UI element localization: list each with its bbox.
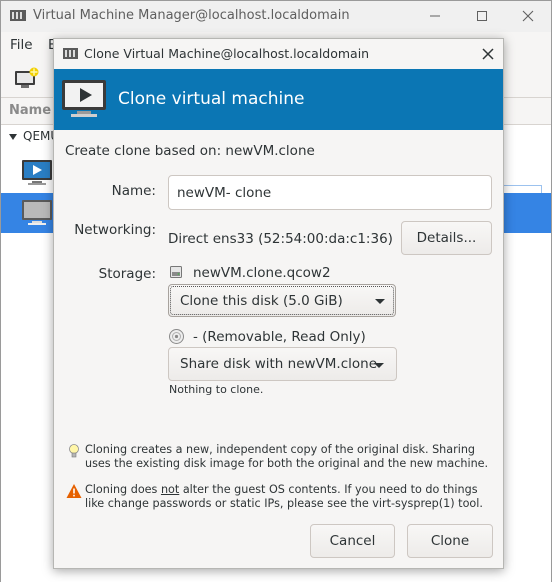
- maximize-button[interactable]: [459, 4, 505, 28]
- clone-vm-dialog: Clone Virtual Machine@localhost.localdom…: [53, 38, 504, 569]
- lightbulb-icon: [69, 444, 79, 458]
- close-icon: [482, 48, 494, 60]
- warning-text-emphasis: not: [160, 483, 180, 496]
- main-window-title: Virtual Machine Manager@localhost.locald…: [33, 8, 350, 23]
- networking-label: Networking:: [74, 222, 156, 238]
- chevron-down-icon: [375, 299, 385, 304]
- dialog-banner: Clone virtual machine: [54, 69, 503, 130]
- disk-name: newVM.clone.qcow2: [193, 265, 331, 281]
- network-details-button[interactable]: Details...: [401, 221, 492, 255]
- dialog-title: Clone Virtual Machine@localhost.localdom…: [84, 46, 370, 61]
- hard-disk-icon: [170, 266, 182, 278]
- close-icon: [522, 10, 534, 22]
- vm-running-icon: [22, 160, 52, 185]
- maximize-icon: [477, 11, 487, 21]
- menu-file[interactable]: File: [10, 37, 33, 53]
- virt-manager-app-icon: [63, 48, 78, 59]
- disk-clone-mode-dropdown[interactable]: Clone this disk (5.0 GiB): [168, 284, 396, 317]
- dropdown-selected-value: Clone this disk (5.0 GiB): [180, 293, 343, 309]
- column-header-name[interactable]: Name: [9, 103, 51, 118]
- clone-button[interactable]: Clone: [407, 524, 493, 558]
- vm-stopped-icon: [22, 200, 52, 225]
- cdrom-icon: [169, 329, 184, 344]
- networking-value: Direct ens33 (52:54:00:da:c1:36): [168, 231, 393, 247]
- vm-monitor-icon: [62, 80, 106, 117]
- dropdown-selected-value: Share disk with newVM.clone: [180, 356, 378, 372]
- warning-icon: [66, 484, 82, 498]
- chevron-down-icon: [374, 363, 384, 368]
- clone-base-label: Create clone based on: newVM.clone: [65, 143, 315, 159]
- tip-message: Cloning creates a new, independent copy …: [66, 443, 496, 473]
- tip-text: Cloning creates a new, independent copy …: [85, 443, 489, 470]
- expander-arrow-icon[interactable]: [9, 134, 17, 140]
- banner-title: Clone virtual machine: [118, 89, 305, 109]
- name-label: Name:: [111, 183, 156, 199]
- nothing-to-clone-note: Nothing to clone.: [169, 383, 264, 396]
- disk-share-mode-dropdown[interactable]: Share disk with newVM.clone: [168, 347, 397, 381]
- minimize-icon: [430, 15, 440, 17]
- warning-text: Cloning does not alter the guest OS cont…: [85, 483, 500, 511]
- removable-disk-name: - (Removable, Read Only): [193, 329, 366, 345]
- minimize-button[interactable]: [412, 4, 458, 28]
- main-titlebar: Virtual Machine Manager@localhost.locald…: [1, 1, 551, 32]
- clone-name-input[interactable]: [168, 175, 492, 210]
- virt-manager-app-icon: [10, 10, 26, 21]
- new-vm-icon[interactable]: [14, 67, 40, 89]
- dialog-titlebar: Clone Virtual Machine@localhost.localdom…: [54, 39, 503, 69]
- main-close-button[interactable]: [505, 4, 551, 28]
- warning-message: Cloning does not alter the guest OS cont…: [66, 483, 496, 513]
- storage-label: Storage:: [98, 266, 156, 282]
- dialog-close-button[interactable]: [478, 44, 498, 64]
- warning-text-prefix: Cloning does: [85, 483, 161, 496]
- cancel-button[interactable]: Cancel: [310, 524, 395, 558]
